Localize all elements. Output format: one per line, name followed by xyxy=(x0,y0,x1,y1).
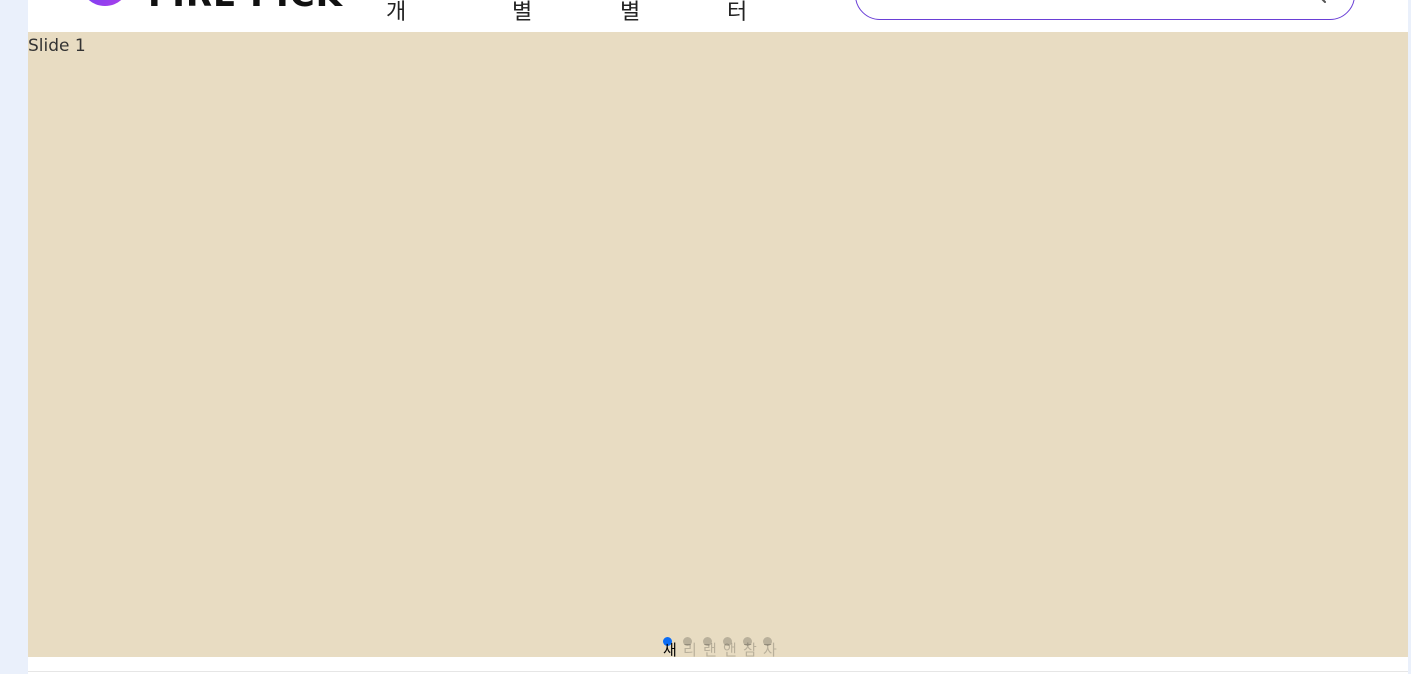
search-box[interactable] xyxy=(855,0,1355,20)
bullet-label: 새 xyxy=(663,641,677,659)
nav-item-2[interactable]: 별 xyxy=(512,0,532,32)
bullet-label: 리 xyxy=(683,641,697,659)
pagination-bullet-2[interactable]: 리 xyxy=(683,636,703,660)
nav-item-3[interactable]: 별 xyxy=(620,0,640,32)
pagination-bullet-5[interactable]: 참 xyxy=(743,636,763,660)
search-input[interactable] xyxy=(870,0,1294,9)
pagination-bullet-6[interactable]: 자 xyxy=(763,636,783,660)
site-header: FIRE PICK 개 별 별 터 xyxy=(28,0,1408,32)
divider xyxy=(28,671,1408,672)
search-icon[interactable] xyxy=(1302,0,1328,5)
nav-item-4[interactable]: 터 xyxy=(727,0,747,32)
bullet-label: 앤 xyxy=(723,641,737,659)
hero-slider[interactable]: Slide 1 새 리 랜 앤 참 자 xyxy=(28,32,1408,660)
bullet-label: 참 xyxy=(743,641,757,659)
page-container: FIRE PICK 개 별 별 터 Slide 1 새 리 xyxy=(28,0,1408,674)
logo-icon[interactable] xyxy=(80,0,130,6)
bullet-label: 랜 xyxy=(703,641,717,659)
pagination-bullet-3[interactable]: 랜 xyxy=(703,636,723,660)
pagination-bullet-1[interactable]: 새 xyxy=(663,636,683,660)
pagination-bullet-4[interactable]: 앤 xyxy=(723,636,743,660)
logo-text[interactable]: FIRE PICK xyxy=(148,0,343,12)
bullet-label: 자 xyxy=(763,641,777,659)
slide-label: Slide 1 xyxy=(28,36,86,56)
nav-item-1[interactable]: 개 xyxy=(386,0,406,32)
